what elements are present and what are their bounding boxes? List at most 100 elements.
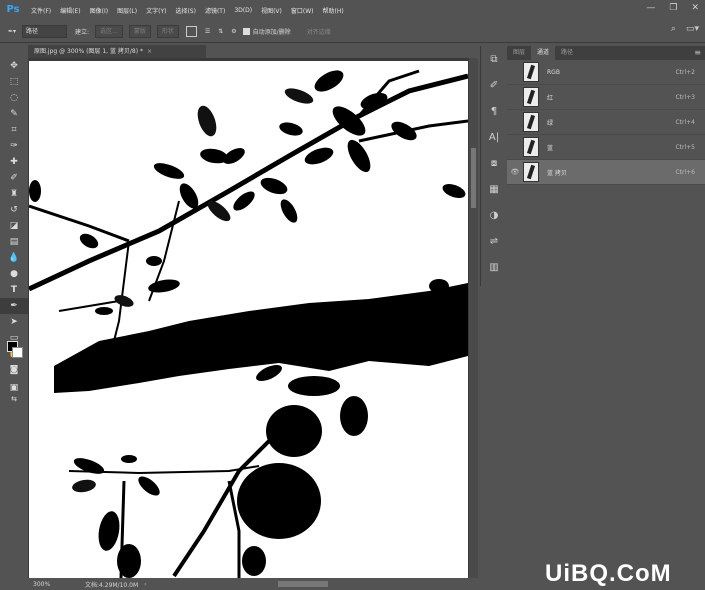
close-document-icon[interactable]: × (147, 48, 152, 55)
menu-select[interactable]: 选择(S) (175, 6, 196, 15)
options-bar: ✒▾ 路径 建立: 选区... 蒙版 形状 ☰ ⇅ ⚙ 自动添加/删除 对齐边缘… (0, 20, 705, 43)
blur-tool-icon[interactable]: 💧 (0, 250, 28, 266)
zoom-level[interactable]: 300% (33, 581, 73, 588)
menu-bar: Ps 文件(F) 编辑(E) 图像(I) 图层(L) 文字(Y) 选择(S) 滤… (0, 0, 705, 20)
tab-layers[interactable]: 图层 (507, 46, 531, 60)
quick-mask-icon[interactable]: ◙ (0, 362, 28, 378)
channel-row-blue[interactable]: 蓝 Ctrl+5 (507, 135, 705, 160)
menu-file[interactable]: 文件(F) (31, 6, 51, 15)
history-panel-icon[interactable]: ⧉ (481, 46, 507, 72)
menu-edit[interactable]: 编辑(E) (60, 6, 80, 15)
history-brush-tool-icon[interactable]: ↺ (0, 202, 28, 218)
channel-thumbnail (523, 62, 539, 82)
brush-panel-icon[interactable]: ✐ (481, 72, 507, 98)
lasso-tool-icon[interactable]: ◌ (0, 90, 28, 106)
workspace-icon[interactable]: ▭▾ (686, 24, 699, 34)
type-tool-icon[interactable]: T (0, 282, 28, 298)
photoshop-logo: Ps (6, 4, 20, 15)
auto-add-delete-checkbox[interactable] (242, 27, 250, 35)
path-arrangement-icon[interactable]: ⇅ (218, 28, 223, 35)
channel-row-red[interactable]: 红 Ctrl+3 (507, 85, 705, 110)
channel-shortcut: Ctrl+3 (675, 93, 695, 101)
align-edges-label: 对齐边缘 (306, 28, 331, 36)
channel-shortcut: Ctrl+4 (675, 118, 695, 126)
horizontal-scroll-thumb[interactable] (278, 581, 328, 587)
close-icon[interactable]: ✕ (691, 3, 699, 13)
channel-row-green[interactable]: 绿 Ctrl+4 (507, 110, 705, 135)
make-label: 建立: (75, 28, 90, 36)
background-color-swatch[interactable] (12, 347, 23, 358)
path-operations-icon[interactable] (185, 25, 197, 37)
channel-thumbnail (523, 137, 539, 157)
eyedropper-tool-icon[interactable]: ✑ (0, 138, 28, 154)
channel-thumbnail (523, 112, 539, 132)
tab-channels[interactable]: 通道 (531, 46, 556, 60)
gradient-tool-icon[interactable]: ▤ (0, 234, 28, 250)
channel-thumbnail (523, 162, 539, 182)
vertical-scrollbar[interactable] (469, 58, 478, 578)
path-selection-tool-icon[interactable]: ➤ (0, 314, 28, 330)
document-size: 文档:4.29M/10.0M (85, 581, 139, 589)
auto-add-delete-label: 自动添加/删除 (252, 28, 291, 36)
libraries-panel-icon[interactable]: ▥ (481, 254, 507, 280)
clone-source-panel-icon[interactable]: ⧇ (481, 150, 507, 176)
minimize-icon[interactable]: — (646, 3, 655, 13)
channel-name: RGB (547, 68, 560, 76)
menu-layer[interactable]: 图层(L) (117, 6, 137, 15)
channel-shortcut: Ctrl+6 (675, 168, 695, 176)
clone-stamp-tool-icon[interactable]: ♜ (0, 186, 28, 202)
status-menu-arrow-icon[interactable]: › (144, 581, 146, 588)
adjustments-panel-icon[interactable]: ◑ (481, 202, 507, 228)
channel-name: 绿 (547, 119, 554, 127)
status-bar: 300% 文档:4.29M/10.0M › (28, 578, 478, 590)
branch-silhouette-image (29, 69, 468, 578)
panel-tabs: 图层 通道 路径 ≡ (507, 46, 705, 60)
menu-3d[interactable]: 3D(D) (234, 7, 252, 14)
channel-shortcut: Ctrl+2 (675, 68, 695, 76)
canvas-area (29, 58, 478, 578)
panel-icon-strip: ⧉ ✐ ¶ A| ⧇ ▦ ◑ ⇌ ▥ (480, 46, 508, 286)
character-panel-icon[interactable]: A| (481, 124, 507, 150)
panel-menu-icon[interactable]: ≡ (694, 48, 701, 57)
make-selection-button[interactable]: 选区... (95, 24, 123, 38)
marquee-tool-icon[interactable]: ⬚ (0, 74, 28, 90)
channel-name: 红 (547, 94, 554, 102)
crop-tool-icon[interactable]: ⌗ (0, 122, 28, 138)
pen-tool-preset-icon[interactable]: ✒▾ (8, 28, 16, 35)
menu-type[interactable]: 文字(Y) (146, 6, 166, 15)
channel-name: 蓝 拷贝 (547, 169, 567, 177)
channel-shortcut: Ctrl+5 (675, 143, 695, 151)
channel-row-rgb[interactable]: RGB Ctrl+2 (507, 60, 705, 85)
dodge-tool-icon[interactable]: ● (0, 266, 28, 282)
tab-paths[interactable]: 路径 (555, 46, 579, 60)
channel-name: 蓝 (547, 144, 554, 152)
vertical-scroll-thumb[interactable] (471, 148, 476, 208)
brush-tool-icon[interactable]: ✐ (0, 170, 28, 186)
eye-icon[interactable]: 👁 (509, 168, 521, 176)
document-tab[interactable]: 原图.jpg @ 300% (图层 1, 蓝 拷贝/8) * × (28, 45, 206, 58)
quick-select-tool-icon[interactable]: ✎ (0, 106, 28, 122)
document-canvas[interactable] (29, 61, 468, 578)
screen-mode-icon[interactable]: ▣ (0, 380, 28, 396)
make-mask-button[interactable]: 蒙版 (128, 24, 151, 38)
pen-tool-icon[interactable]: ✒ (0, 298, 28, 314)
menu-view[interactable]: 视图(V) (261, 6, 282, 15)
tool-mode-select[interactable]: 路径 (22, 24, 68, 38)
search-icon[interactable]: ⌕ (671, 24, 676, 34)
channel-row-blue-copy[interactable]: 👁 蓝 拷贝 Ctrl+6 (507, 160, 705, 185)
menu-image[interactable]: 图像(I) (90, 6, 108, 15)
settings-gear-icon[interactable]: ⚙ (231, 28, 236, 35)
align-panel-icon[interactable]: ⇌ (481, 228, 507, 254)
document-title: 原图.jpg @ 300% (图层 1, 蓝 拷贝/8) * (34, 48, 143, 55)
menu-filter[interactable]: 滤镜(T) (205, 6, 225, 15)
eraser-tool-icon[interactable]: ◪ (0, 218, 28, 234)
menu-window[interactable]: 窗口(W) (291, 6, 314, 15)
properties-panel-icon[interactable]: ▦ (481, 176, 507, 202)
paragraph-panel-icon[interactable]: ¶ (481, 98, 507, 124)
healing-brush-tool-icon[interactable]: ✚ (0, 154, 28, 170)
path-alignment-icon[interactable]: ☰ (205, 28, 210, 35)
menu-help[interactable]: 帮助(H) (323, 6, 344, 15)
make-shape-button[interactable]: 形状 (156, 24, 179, 38)
move-tool-icon[interactable]: ✥ (0, 58, 28, 74)
maximize-icon[interactable]: ❐ (669, 3, 677, 13)
